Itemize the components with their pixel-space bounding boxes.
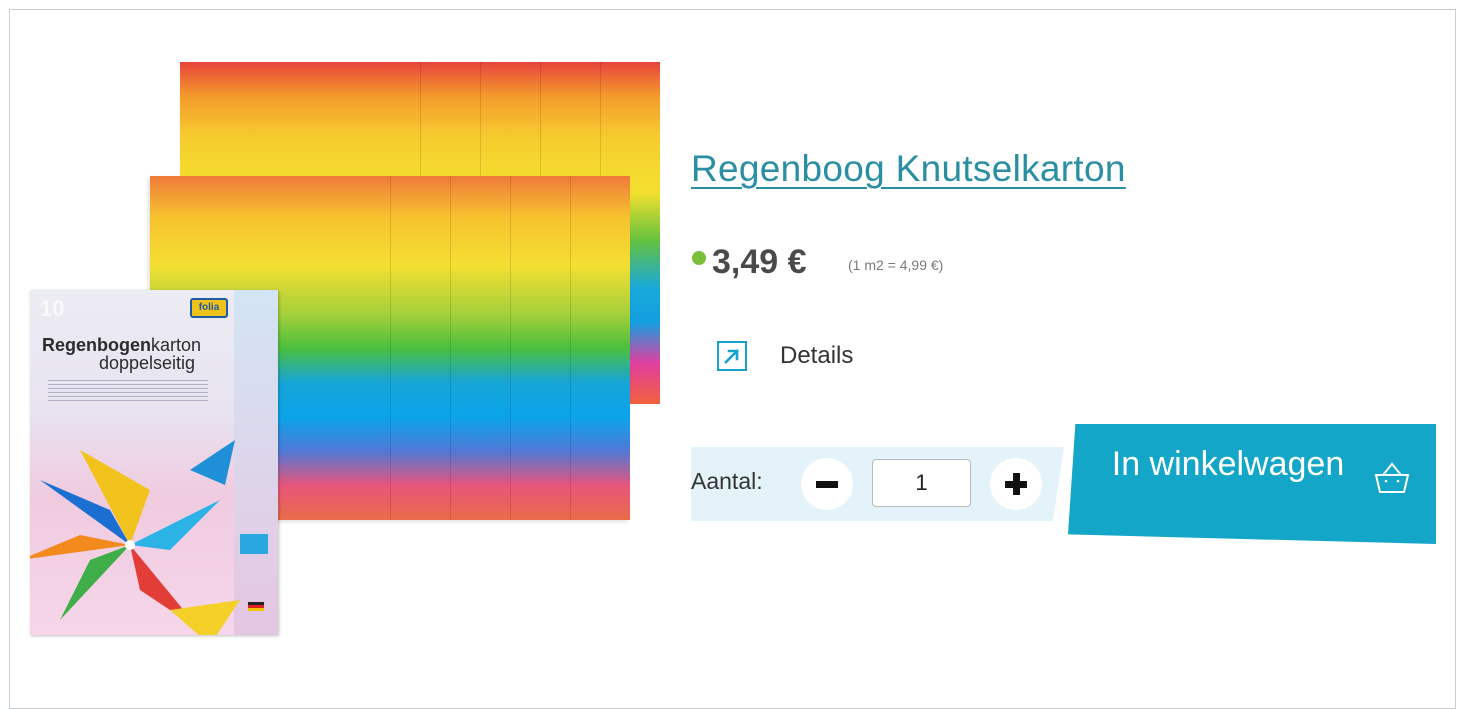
basket-icon <box>1374 462 1410 493</box>
unit-price: (1 m2 = 4,99 €) <box>848 257 944 273</box>
external-arrow-icon <box>717 341 747 371</box>
quantity-input[interactable] <box>872 459 971 507</box>
details-label: Details <box>780 342 854 369</box>
stock-status-dot <box>692 251 706 265</box>
package-fine-print <box>48 380 208 404</box>
plus-icon <box>1005 473 1027 495</box>
quantity-label: Aantal: <box>691 468 763 494</box>
pinwheel-illustration <box>30 440 240 635</box>
quantity-increase-button[interactable] <box>990 458 1042 510</box>
package-title: Regenbogenkarton doppelseitig <box>42 335 202 373</box>
product-package: 10 folia Regenbogenkarton doppelseitig <box>30 290 278 635</box>
details-link[interactable]: Details <box>717 339 853 373</box>
price: 3,49 € <box>712 243 807 281</box>
german-flag-icon <box>248 602 264 611</box>
package-count: 10 <box>40 296 65 321</box>
product-title-link[interactable]: Regenboog Knutselkarton <box>691 148 1126 190</box>
add-to-cart-button[interactable]: In winkelwagen <box>1068 424 1436 544</box>
package-spine <box>234 290 278 635</box>
product-image[interactable]: 10 folia Regenbogenkarton doppelseitig <box>0 0 680 677</box>
quantity-decrease-button[interactable] <box>801 458 853 510</box>
package-size-badge <box>240 534 268 554</box>
minus-icon <box>816 480 838 488</box>
brand-logo: folia <box>190 298 228 318</box>
add-to-cart-label: In winkelwagen <box>1111 445 1345 483</box>
